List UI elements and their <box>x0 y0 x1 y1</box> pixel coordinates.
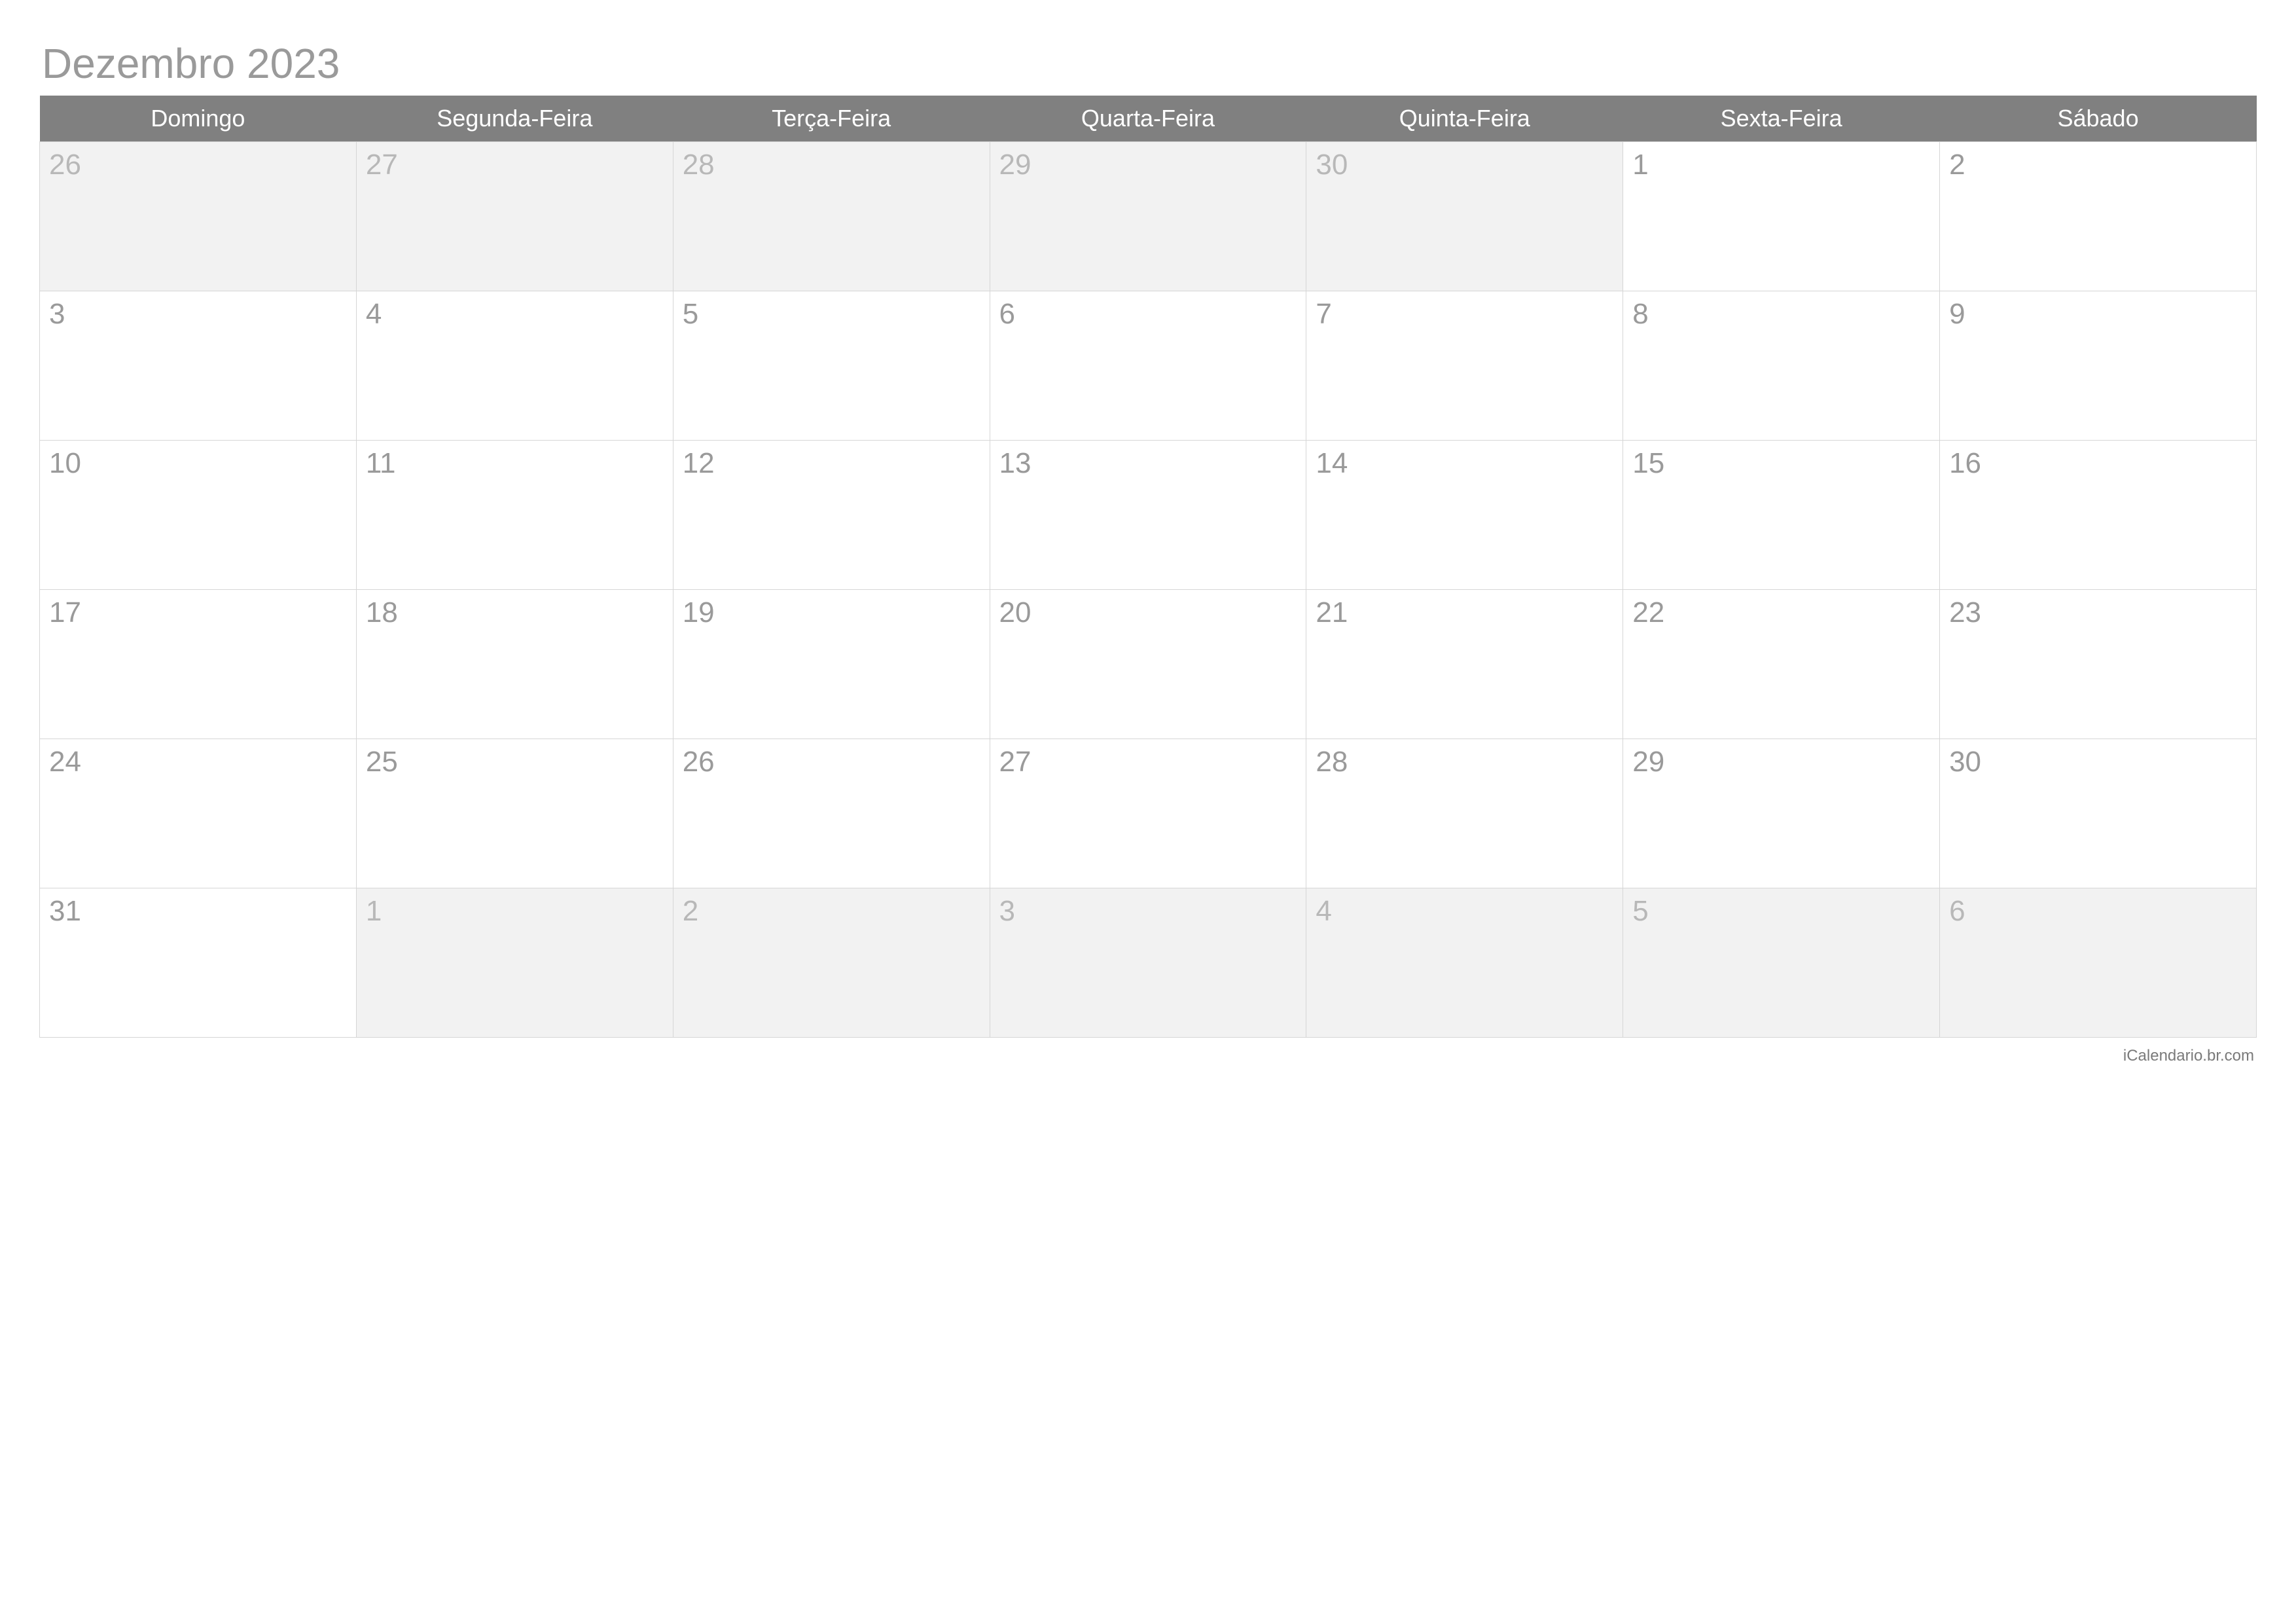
weekday-header: Sexta-Feira <box>1623 96 1940 142</box>
calendar-day-cell: 27 <box>990 739 1306 888</box>
calendar-title: Dezembro 2023 <box>39 39 2257 88</box>
calendar-day-cell: 28 <box>673 142 990 291</box>
weekday-header: Quarta-Feira <box>990 96 1306 142</box>
calendar-week-row: 31123456 <box>40 888 2257 1038</box>
weekday-header: Sábado <box>1940 96 2257 142</box>
calendar-day-cell: 31 <box>40 888 357 1038</box>
calendar-day-cell: 14 <box>1306 441 1623 590</box>
calendar-day-cell: 29 <box>1623 739 1940 888</box>
calendar-week-row: 17181920212223 <box>40 590 2257 739</box>
calendar-day-cell: 6 <box>990 291 1306 441</box>
calendar-container: Dezembro 2023 Domingo Segunda-Feira Terç… <box>39 39 2257 1065</box>
calendar-day-cell: 12 <box>673 441 990 590</box>
calendar-day-cell: 19 <box>673 590 990 739</box>
calendar-day-cell: 21 <box>1306 590 1623 739</box>
calendar-table: Domingo Segunda-Feira Terça-Feira Quarta… <box>39 96 2257 1038</box>
calendar-day-cell: 30 <box>1940 739 2257 888</box>
calendar-day-cell: 5 <box>673 291 990 441</box>
calendar-day-cell: 29 <box>990 142 1306 291</box>
calendar-day-cell: 11 <box>356 441 673 590</box>
calendar-day-cell: 10 <box>40 441 357 590</box>
calendar-day-cell: 18 <box>356 590 673 739</box>
calendar-day-cell: 30 <box>1306 142 1623 291</box>
calendar-day-cell: 7 <box>1306 291 1623 441</box>
calendar-day-cell: 3 <box>40 291 357 441</box>
calendar-day-cell: 13 <box>990 441 1306 590</box>
calendar-day-cell: 6 <box>1940 888 2257 1038</box>
calendar-day-cell: 8 <box>1623 291 1940 441</box>
calendar-day-cell: 24 <box>40 739 357 888</box>
calendar-day-cell: 25 <box>356 739 673 888</box>
weekday-header: Domingo <box>40 96 357 142</box>
calendar-day-cell: 15 <box>1623 441 1940 590</box>
calendar-day-cell: 16 <box>1940 441 2257 590</box>
calendar-week-row: 3456789 <box>40 291 2257 441</box>
calendar-day-cell: 9 <box>1940 291 2257 441</box>
calendar-week-row: 24252627282930 <box>40 739 2257 888</box>
calendar-body: 2627282930123456789101112131415161718192… <box>40 142 2257 1038</box>
calendar-day-cell: 22 <box>1623 590 1940 739</box>
calendar-day-cell: 5 <box>1623 888 1940 1038</box>
calendar-week-row: 10111213141516 <box>40 441 2257 590</box>
calendar-day-cell: 28 <box>1306 739 1623 888</box>
footer-credit: iCalendario.br.com <box>39 1047 2257 1065</box>
calendar-day-cell: 17 <box>40 590 357 739</box>
calendar-day-cell: 26 <box>40 142 357 291</box>
calendar-week-row: 262728293012 <box>40 142 2257 291</box>
calendar-day-cell: 2 <box>673 888 990 1038</box>
calendar-header-row: Domingo Segunda-Feira Terça-Feira Quarta… <box>40 96 2257 142</box>
calendar-day-cell: 1 <box>356 888 673 1038</box>
calendar-day-cell: 1 <box>1623 142 1940 291</box>
calendar-day-cell: 20 <box>990 590 1306 739</box>
calendar-day-cell: 26 <box>673 739 990 888</box>
calendar-day-cell: 2 <box>1940 142 2257 291</box>
calendar-day-cell: 4 <box>1306 888 1623 1038</box>
calendar-day-cell: 23 <box>1940 590 2257 739</box>
calendar-day-cell: 3 <box>990 888 1306 1038</box>
weekday-header: Quinta-Feira <box>1306 96 1623 142</box>
calendar-day-cell: 4 <box>356 291 673 441</box>
calendar-day-cell: 27 <box>356 142 673 291</box>
weekday-header: Segunda-Feira <box>356 96 673 142</box>
weekday-header: Terça-Feira <box>673 96 990 142</box>
